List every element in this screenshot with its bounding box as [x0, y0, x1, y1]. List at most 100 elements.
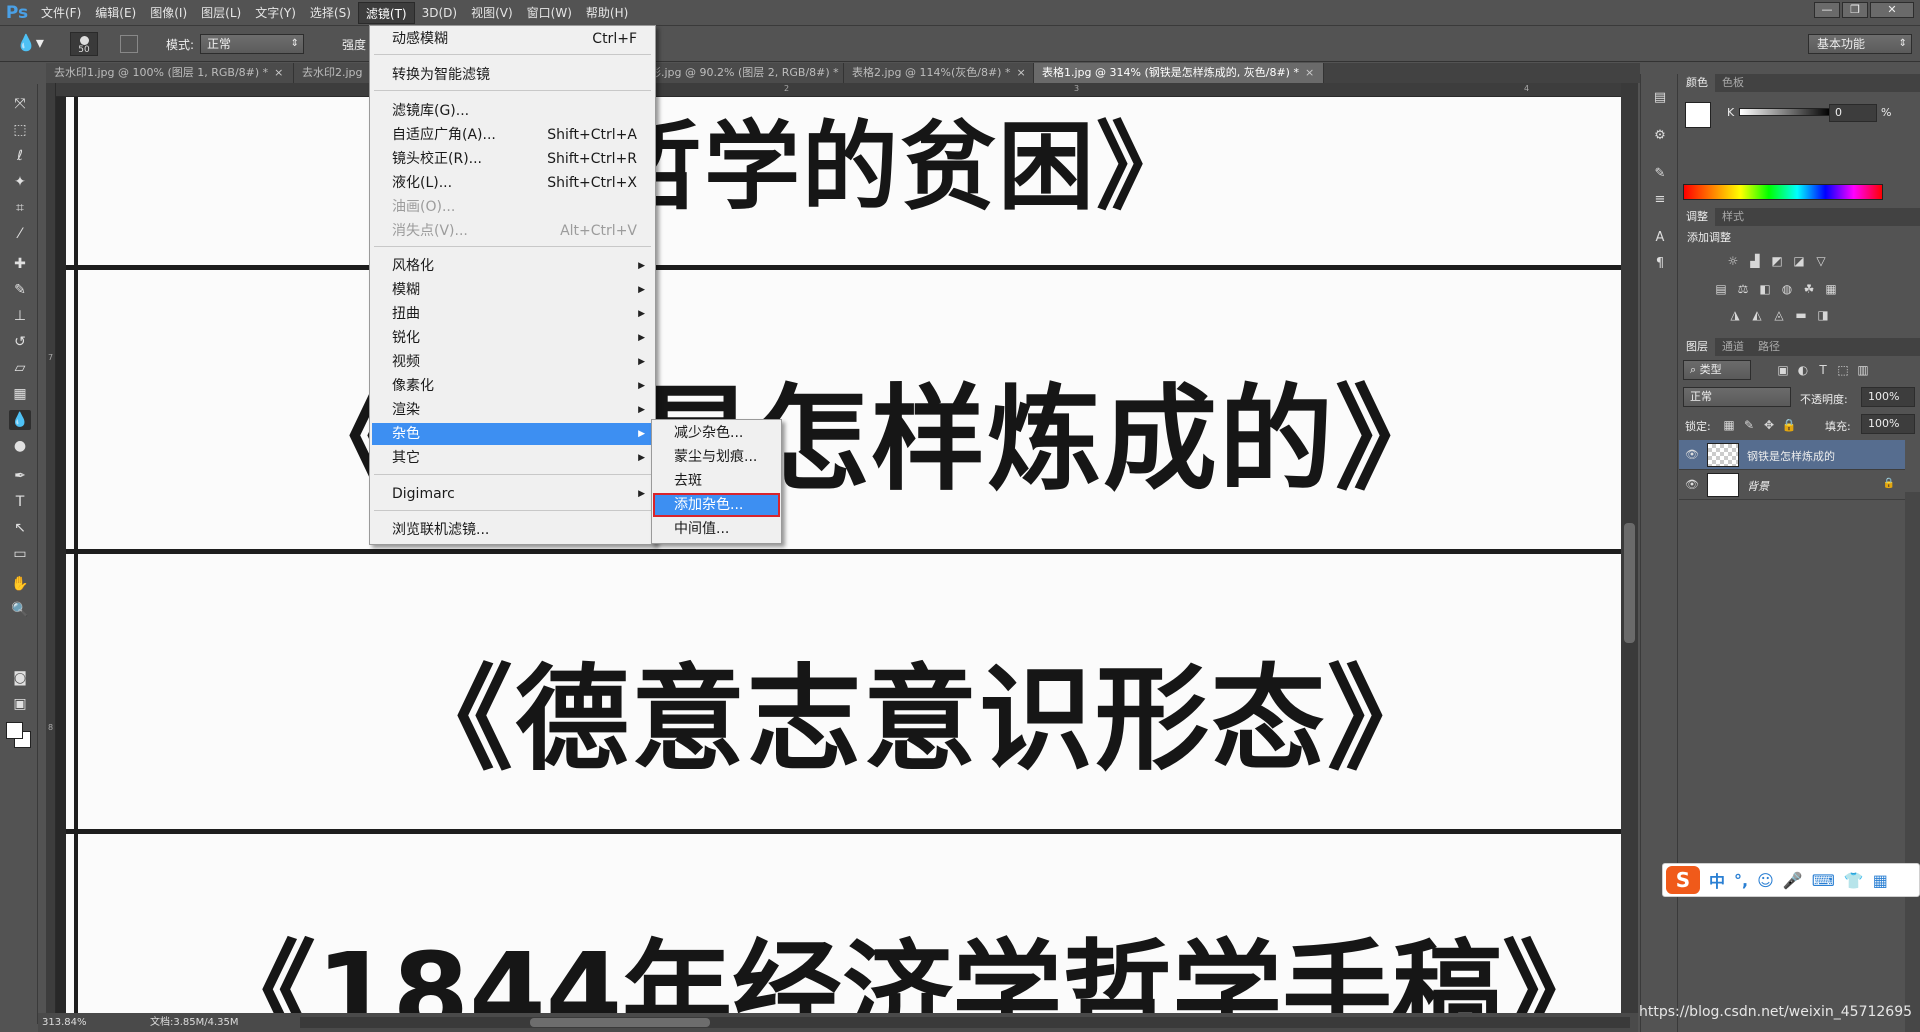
screen-mode-icon[interactable]: ▣	[9, 694, 31, 714]
menu-type[interactable]: 文字(Y)	[248, 2, 303, 24]
path-selection-tool-icon[interactable]: ↖	[9, 518, 31, 538]
menu-item-digimarc[interactable]: Digimarc ▶	[372, 483, 653, 505]
ime-punctuation-icon[interactable]: °,	[1734, 871, 1748, 890]
layer-filter-kind-select[interactable]: ⌕ 类型	[1683, 360, 1751, 380]
foreground-color-swatch[interactable]	[1685, 102, 1711, 128]
zoom-tool-icon[interactable]: 🔍	[9, 600, 31, 620]
menu-layer[interactable]: 图层(L)	[194, 2, 248, 24]
menu-item-adaptive-wide-angle[interactable]: 自适应广角(A)... Shift+Ctrl+A	[372, 124, 653, 146]
tab-document-active[interactable]: 表格1.jpg @ 314% (钢铁是怎样炼成的, 灰色/8#) * ×	[1034, 63, 1324, 83]
color-balance-icon[interactable]: ⚖	[1735, 282, 1751, 296]
lock-all-icon[interactable]: 🔒	[1781, 418, 1797, 432]
hand-tool-icon[interactable]: ✋	[9, 574, 31, 594]
lock-pixels-icon[interactable]: ✎	[1741, 418, 1757, 432]
properties-panel-icon[interactable]: ⚙	[1650, 126, 1670, 146]
brightness-icon[interactable]: ☼	[1725, 254, 1741, 268]
blend-mode-select[interactable]: 正常	[1683, 387, 1791, 407]
filter-type-icon[interactable]: T	[1815, 363, 1831, 377]
brush-panel-icon[interactable]: ✎	[1650, 164, 1670, 184]
menu-item-liquify[interactable]: 液化(L)... Shift+Ctrl+X	[372, 172, 653, 194]
tab-document[interactable]: 表格2.jpg @ 114%(灰色/8#) * ×	[844, 63, 1034, 83]
type-tool-icon[interactable]: T	[9, 492, 31, 512]
curves-icon[interactable]: ◩	[1769, 254, 1785, 268]
menu-item-sharpen[interactable]: 锐化 ▶	[372, 327, 653, 349]
vibrance-icon[interactable]: ▽	[1813, 254, 1829, 268]
shape-tool-icon[interactable]: ▭	[9, 544, 31, 564]
menu-item-render[interactable]: 渲染 ▶	[372, 399, 653, 421]
eyedropper-tool-icon[interactable]: ⁄	[9, 224, 31, 244]
menu-item-lens-correction[interactable]: 镜头校正(R)... Shift+Ctrl+R	[372, 148, 653, 170]
menu-item-browse-online-filters[interactable]: 浏览联机滤镜...	[372, 519, 653, 541]
invert-icon[interactable]: ◮	[1727, 308, 1743, 322]
ime-skin-icon[interactable]: 👕	[1844, 871, 1864, 890]
levels-icon[interactable]: ▟	[1747, 254, 1763, 268]
brush-panel-icon[interactable]	[120, 35, 138, 53]
ime-emoji-icon[interactable]: ☺	[1757, 871, 1774, 890]
lasso-tool-icon[interactable]: ℓ	[9, 146, 31, 166]
layer-name[interactable]: 钢铁是怎样炼成的	[1747, 448, 1835, 464]
eraser-tool-icon[interactable]: ▱	[9, 358, 31, 378]
menu-item-pixelate[interactable]: 像素化 ▶	[372, 375, 653, 397]
menu-window[interactable]: 窗口(W)	[520, 2, 579, 24]
crop-tool-icon[interactable]: ⌗	[9, 198, 31, 218]
k-channel-input[interactable]: 0	[1829, 104, 1877, 122]
menu-item-filter-gallery[interactable]: 滤镜库(G)...	[372, 100, 653, 122]
exposure-icon[interactable]: ◪	[1791, 254, 1807, 268]
filter-pixel-icon[interactable]: ▣	[1775, 363, 1791, 377]
scrollbar-thumb[interactable]	[1624, 523, 1635, 643]
ime-voice-icon[interactable]: 🎤	[1783, 871, 1803, 890]
tab-paths[interactable]: 路径	[1751, 338, 1787, 356]
tab-channels[interactable]: 通道	[1715, 338, 1751, 356]
menu-item-other[interactable]: 其它 ▶	[372, 447, 653, 469]
channel-mixer-icon[interactable]: ☘	[1801, 282, 1817, 296]
dodge-tool-icon[interactable]: ●	[9, 436, 31, 456]
healing-brush-tool-icon[interactable]: ✚	[9, 254, 31, 274]
minimize-button[interactable]: —	[1814, 2, 1840, 18]
quick-mask-icon[interactable]: ◙	[9, 668, 31, 688]
clone-source-panel-icon[interactable]: ≡	[1650, 190, 1670, 210]
layer-row[interactable]: 👁 背景 🔒	[1679, 470, 1905, 500]
marquee-tool-icon[interactable]: ⬚	[9, 120, 31, 140]
zoom-level[interactable]: 313.84%	[42, 1013, 87, 1032]
k-channel-slider[interactable]	[1739, 108, 1831, 116]
eye-visibility-icon[interactable]: 👁	[1685, 448, 1699, 461]
canvas-horizontal-scrollbar[interactable]	[300, 1017, 1630, 1028]
clone-stamp-tool-icon[interactable]: ⊥	[9, 306, 31, 326]
tab-document[interactable]: 去水印1.jpg @ 100% (图层 1, RGB/8#) * ×	[46, 63, 294, 83]
menu-item-reduce-noise[interactable]: 减少杂色...	[654, 422, 779, 444]
tab-adjustments[interactable]: 调整	[1679, 208, 1715, 226]
menu-item-add-noise[interactable]: 添加杂色...	[653, 493, 780, 517]
color-spectrum-bar[interactable]	[1683, 184, 1883, 200]
sogou-logo-icon[interactable]: S	[1666, 866, 1700, 894]
brush-size-picker[interactable]: 50	[70, 32, 98, 56]
posterize-icon[interactable]: ◭	[1749, 308, 1765, 322]
brush-tool-icon[interactable]: ✎	[9, 280, 31, 300]
layer-row-selected[interactable]: 👁 钢铁是怎样炼成的	[1679, 440, 1905, 470]
ime-keyboard-icon[interactable]: ⌨	[1812, 871, 1835, 890]
ime-chinese-mode-icon[interactable]: 中	[1709, 868, 1725, 892]
mode-select[interactable]: 正常	[200, 34, 304, 54]
canvas-vertical-scrollbar[interactable]	[1621, 83, 1638, 1013]
filter-shape-icon[interactable]: ⬚	[1835, 363, 1851, 377]
menu-select[interactable]: 选择(S)	[303, 2, 358, 24]
scrollbar-thumb[interactable]	[530, 1018, 710, 1027]
menu-item-dust-scratches[interactable]: 蒙尘与划痕...	[654, 446, 779, 468]
menu-item-blur[interactable]: 模糊 ▶	[372, 279, 653, 301]
lock-position-icon[interactable]: ✥	[1761, 418, 1777, 432]
menu-item-video[interactable]: 视频 ▶	[372, 351, 653, 373]
black-white-icon[interactable]: ◧	[1757, 282, 1773, 296]
menu-help[interactable]: 帮助(H)	[579, 2, 635, 24]
tab-close-icon[interactable]: ×	[274, 66, 283, 79]
blur-tool-preset-icon[interactable]: 💧▾	[16, 33, 54, 55]
threshold-icon[interactable]: ◬	[1771, 308, 1787, 322]
gradient-tool-icon[interactable]: ▦	[9, 384, 31, 404]
tab-document[interactable]: 去水印2.jpg	[294, 63, 374, 83]
menu-edit[interactable]: 编辑(E)	[88, 2, 143, 24]
menu-item-convert-smart-filter[interactable]: 转换为智能滤镜	[372, 64, 653, 86]
menu-item-motion-blur[interactable]: 动感模糊 Ctrl+F	[372, 28, 653, 50]
document-canvas[interactable]: 哲学的贫困》 《钢铁是怎样炼成的》 《德意志意识形态》 《1844年经济学哲学手…	[66, 97, 1621, 1013]
menu-3d[interactable]: 3D(D)	[415, 2, 464, 24]
eye-visibility-icon[interactable]: 👁	[1685, 478, 1699, 491]
tab-swatches[interactable]: 色板	[1715, 74, 1751, 92]
menu-item-stylize[interactable]: 风格化 ▶	[372, 255, 653, 277]
